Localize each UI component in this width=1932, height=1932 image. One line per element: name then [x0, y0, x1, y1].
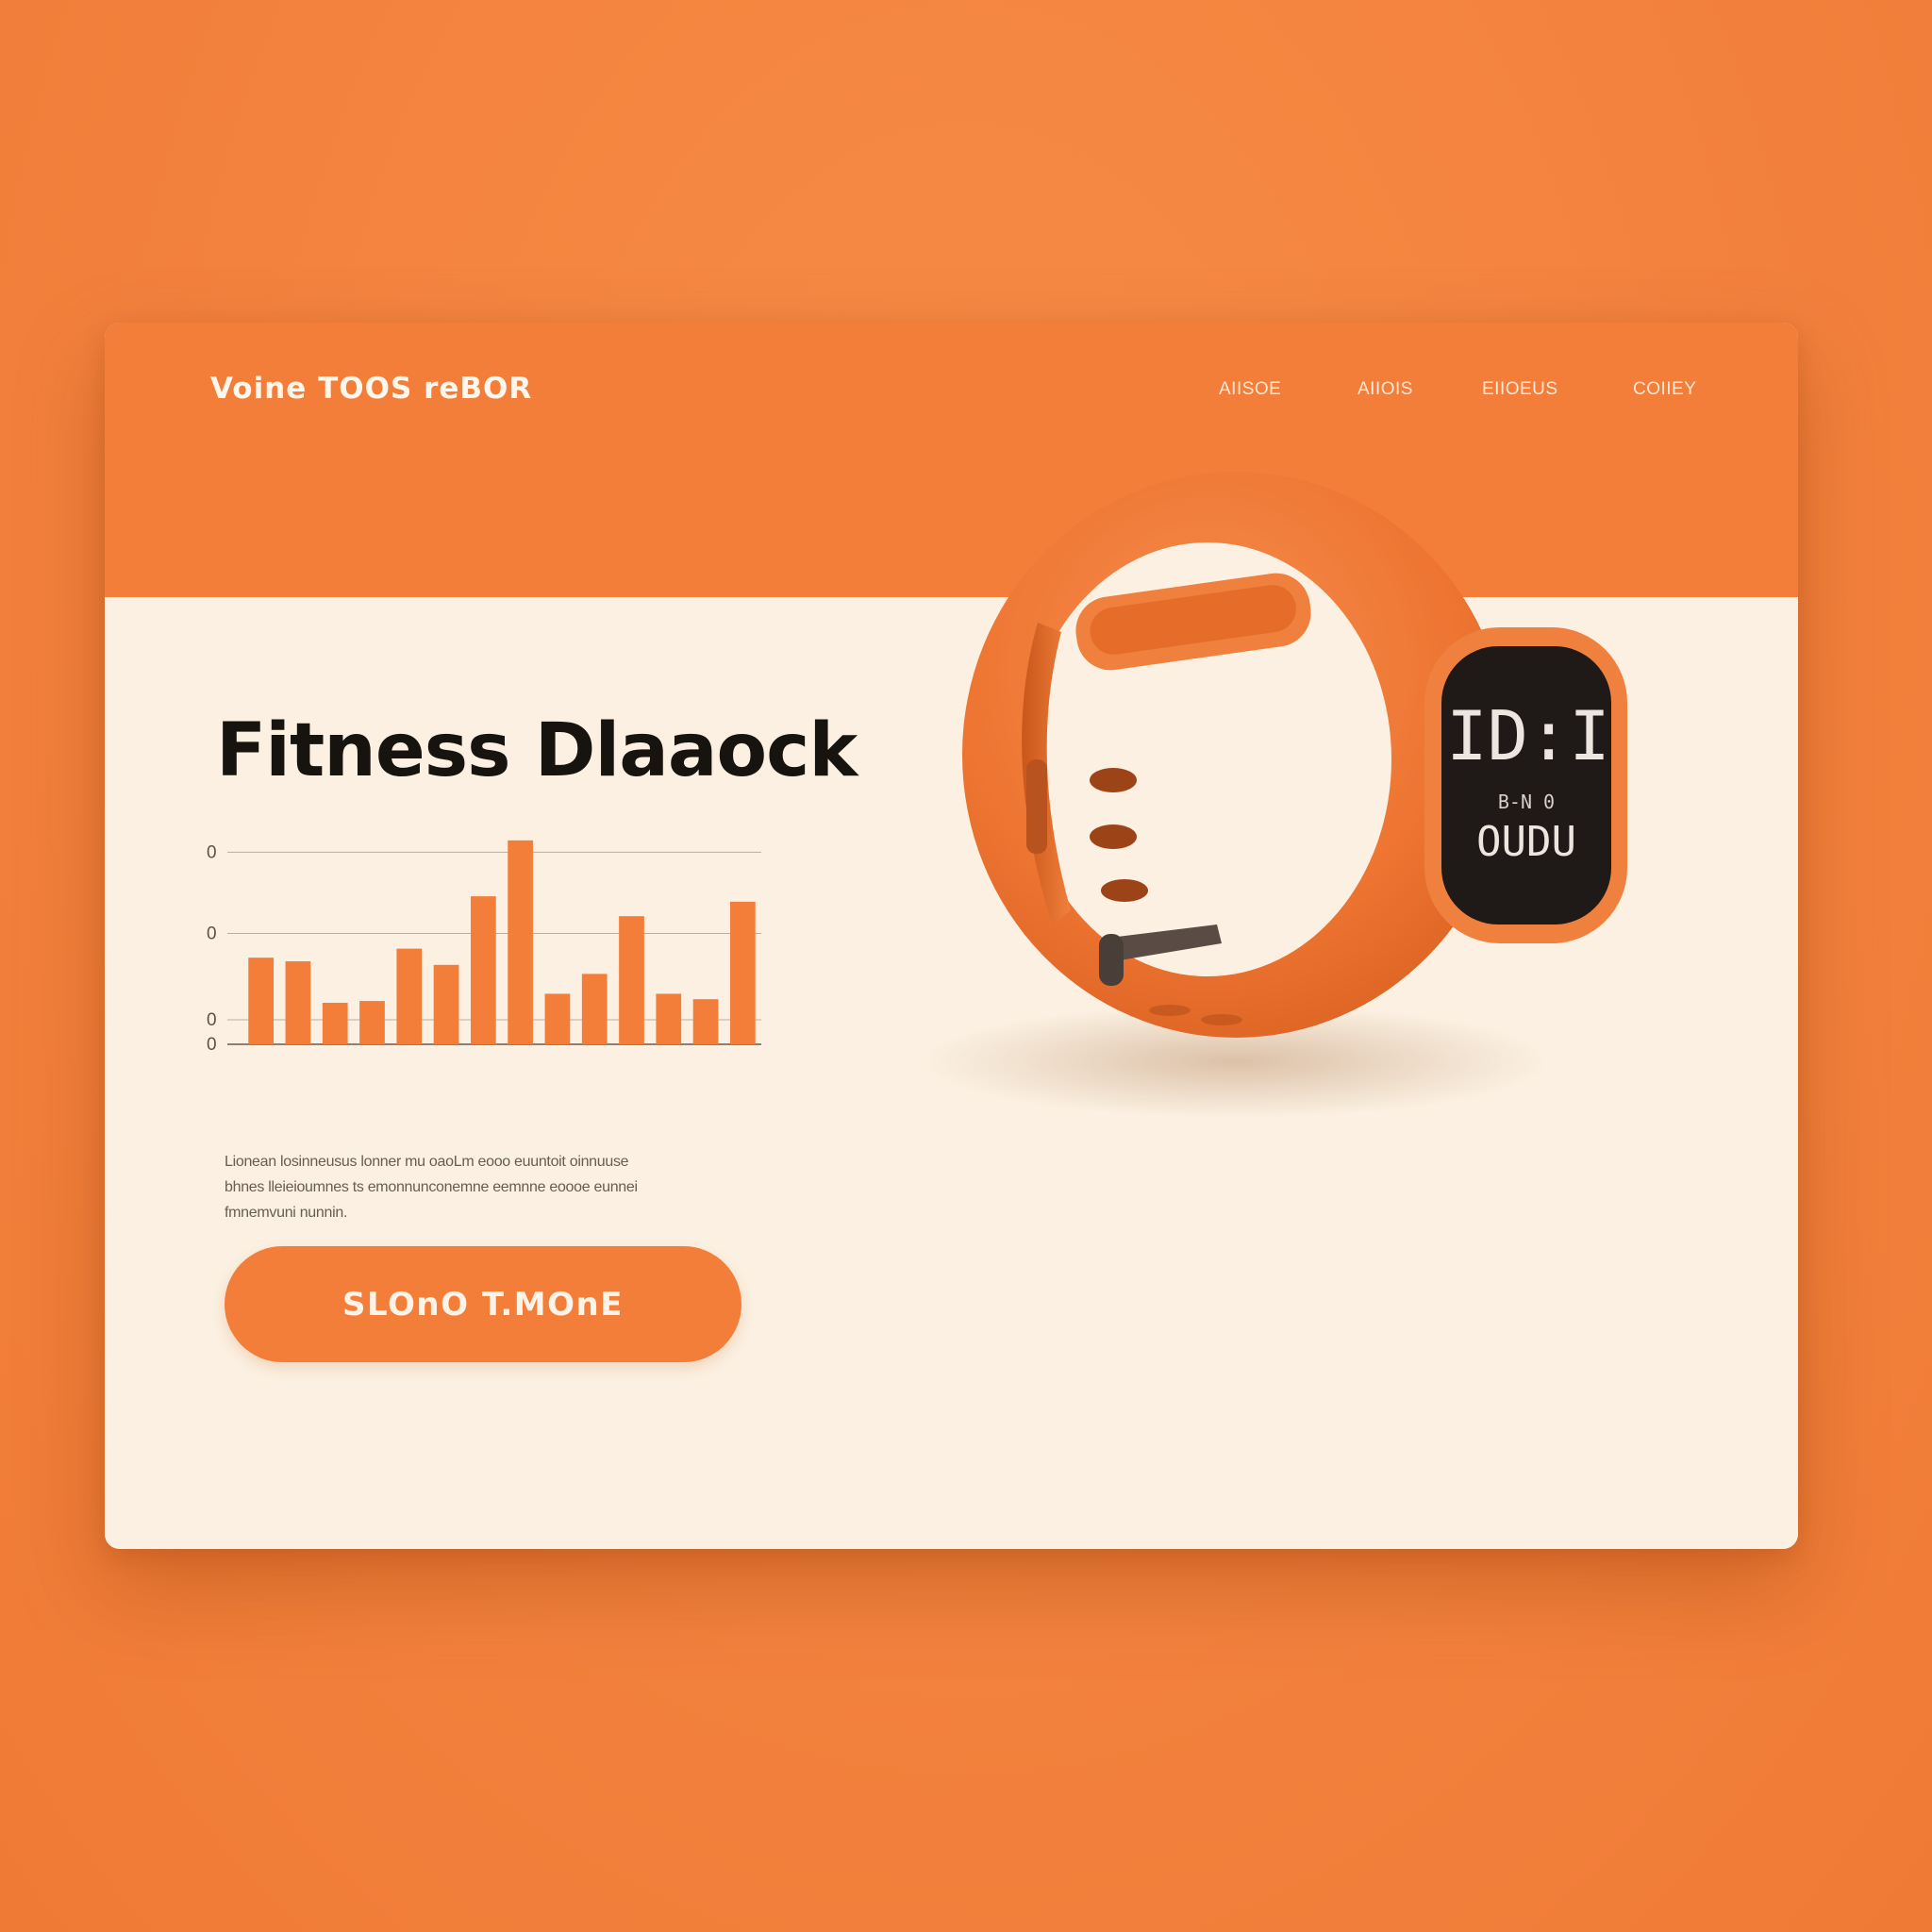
chart-bar — [730, 901, 756, 1044]
chart-y-tick-label: 0 — [207, 1010, 217, 1030]
fitness-band-illustration: ID:I B-N 0 OUDU — [924, 472, 1627, 1118]
chart-bar — [248, 958, 274, 1044]
description-line: bhnes lleieioumnes ts emonnunconemne eem… — [225, 1179, 638, 1195]
strap-hole — [1101, 879, 1148, 902]
chart-bars — [248, 840, 756, 1044]
description-line: Lionean losinneusus lonner mu oaoLm eooo… — [225, 1154, 629, 1170]
chart-bar — [544, 993, 571, 1044]
chart-bar — [285, 961, 311, 1044]
chart-bar — [508, 840, 533, 1044]
chart-y-tick-label: 0 — [207, 924, 217, 943]
strap-hole — [1090, 824, 1137, 849]
description-line: fmnemvuni nunnin. — [225, 1205, 348, 1221]
chart-bar — [581, 974, 608, 1044]
nav-item-1[interactable]: AIISOE — [1219, 379, 1281, 400]
strap-hole — [1149, 1005, 1191, 1016]
top-nav: AIISOE AIIOIS EIIOEUS COIIEY — [105, 379, 1798, 417]
device-screen — [1441, 646, 1611, 924]
strap-hole — [1090, 768, 1137, 792]
chart-y-tick-label: 0 — [207, 842, 217, 862]
nav-item-4[interactable]: COIIEY — [1633, 379, 1696, 400]
chart-bar — [396, 948, 423, 1044]
chart-bar — [619, 916, 644, 1044]
strap-hole — [1201, 1014, 1242, 1025]
chart-bar — [359, 1001, 385, 1044]
chart-bar — [471, 896, 496, 1044]
page-title: Fitness Dlaaock — [216, 708, 858, 793]
cta-button[interactable]: SLOnO T.MOnE — [225, 1246, 741, 1362]
chart-bar — [322, 1003, 348, 1044]
screen-primary-readout: ID:I — [1446, 696, 1609, 775]
buckle-clasp — [1099, 934, 1124, 986]
nav-item-3[interactable]: EIIOEUS — [1482, 379, 1558, 400]
chart-y-ticks: 0 0 0 0 — [207, 842, 217, 1055]
hero-description: Lionean losinneusus lonner mu oaoLm eooo… — [225, 1149, 753, 1225]
chart-bar — [656, 993, 682, 1044]
chart-bar — [433, 964, 459, 1044]
chart-bar — [692, 999, 719, 1044]
screen-label: B-N 0 — [1498, 791, 1555, 813]
chart-y-tick-label: 0 — [207, 1035, 217, 1055]
activity-bar-chart: 0 0 0 0 — [207, 840, 761, 1055]
side-button-icon — [1026, 759, 1047, 854]
screen-secondary-readout: OUDU — [1476, 818, 1576, 866]
nav-item-2[interactable]: AIIOIS — [1357, 379, 1413, 400]
